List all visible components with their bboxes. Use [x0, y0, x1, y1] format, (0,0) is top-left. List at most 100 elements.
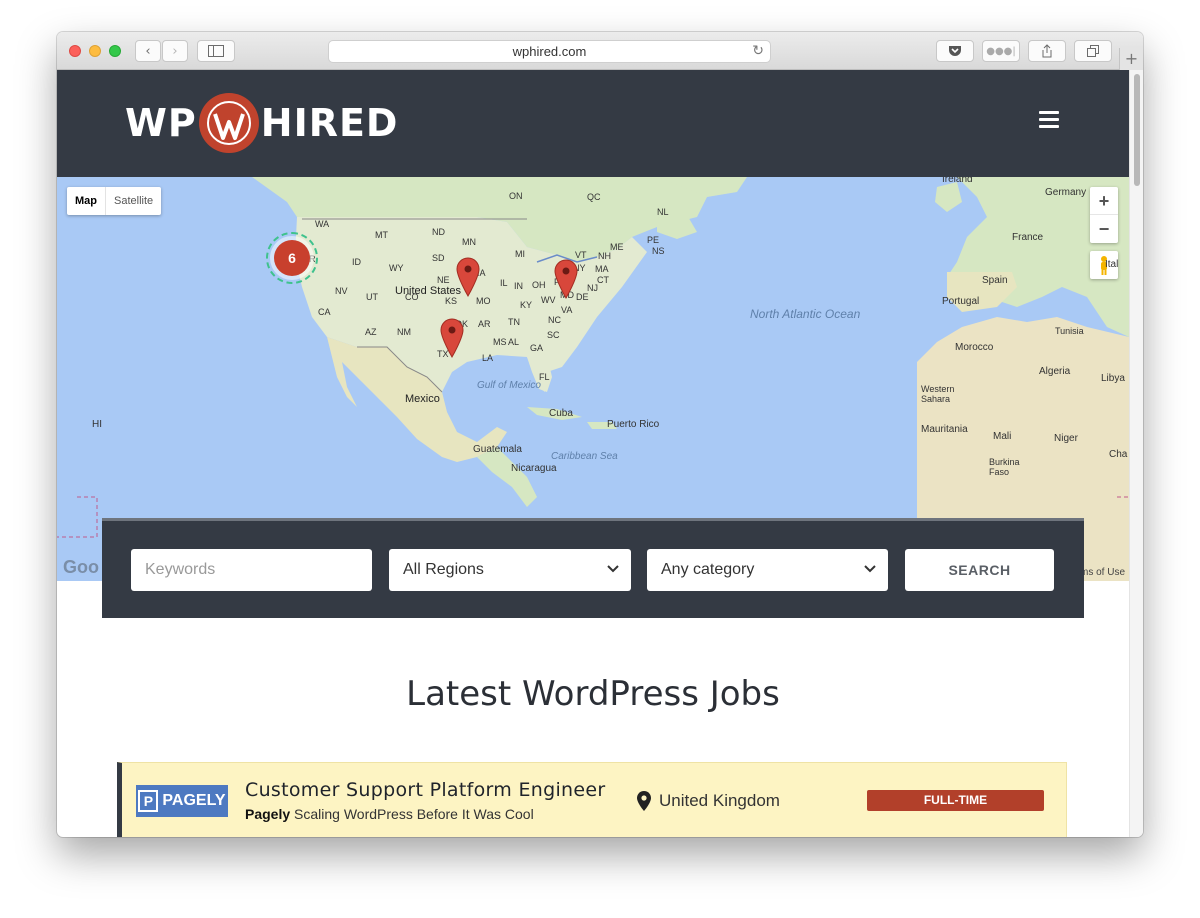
tabs-overview-button[interactable] — [1074, 40, 1112, 62]
label-ns: NS — [652, 246, 665, 256]
logo-text-left: WP — [125, 101, 197, 145]
close-window-button[interactable] — [69, 45, 81, 57]
label-ms: MS — [493, 337, 507, 347]
search-button[interactable]: SEARCH — [905, 549, 1054, 591]
label-spain: Spain — [982, 275, 1008, 286]
map-type-satellite-button[interactable]: Satellite — [106, 187, 161, 215]
label-tunisia: Tunisia — [1055, 326, 1084, 336]
label-mt: MT — [375, 230, 388, 240]
label-nh: NH — [598, 251, 611, 261]
more-icon: ●●●| — [986, 45, 1016, 57]
fullscreen-window-button[interactable] — [109, 45, 121, 57]
zoom-control: + − — [1090, 187, 1118, 243]
extensions-button[interactable]: ●●●| — [982, 40, 1020, 62]
company-logo-text: PAGELY — [162, 792, 226, 809]
label-germany: Germany — [1045, 187, 1087, 198]
sidebar-toggle-button[interactable] — [197, 40, 235, 62]
job-list: P PAGELY Customer Support Platform Engin… — [117, 762, 1067, 837]
label-nm: NM — [397, 327, 411, 337]
label-oh: OH — [532, 280, 546, 290]
marker-cluster[interactable]: 6 — [274, 240, 310, 276]
category-select[interactable]: Any category — [647, 549, 888, 591]
label-az: AZ — [365, 327, 377, 337]
label-ky: KY — [520, 300, 533, 310]
label-va: VA — [561, 305, 573, 315]
label-ga: GA — [530, 343, 544, 353]
browser-toolbar: ‹ › wphired.com ↻ ●●●| + — [57, 32, 1143, 70]
label-western-sahara: Western Sahara — [921, 384, 955, 404]
keywords-input[interactable]: Keywords — [131, 549, 372, 591]
chevron-right-icon: › — [172, 43, 178, 59]
wordpress-logo-icon — [198, 93, 259, 153]
label-co: CO — [405, 292, 419, 302]
label-sc: SC — [547, 330, 560, 340]
label-in: IN — [514, 281, 523, 291]
label-pe: PE — [647, 235, 660, 245]
label-al: AL — [508, 337, 520, 347]
zoom-in-button[interactable]: + — [1090, 187, 1118, 215]
map-marker-icon[interactable] — [440, 318, 464, 358]
sidebar-icon — [208, 45, 224, 57]
label-wa: WA — [315, 219, 330, 229]
job-type-badge: FULL-TIME — [867, 790, 1044, 811]
label-nv: NV — [335, 286, 348, 296]
job-search-panel: Keywords All Regions Any category SEARCH — [102, 518, 1084, 618]
browser-window: ‹ › wphired.com ↻ ●●●| + WP HIRED Map Sa… — [57, 32, 1143, 837]
label-nicaragua: Nicaragua — [511, 463, 557, 474]
new-tab-button[interactable]: + — [1119, 48, 1143, 70]
site-header: WP HIRED — [57, 70, 1129, 177]
label-me: ME — [610, 242, 624, 252]
label-mauritania: Mauritania — [921, 424, 968, 435]
label-il: IL — [500, 278, 508, 288]
label-ut: UT — [366, 292, 378, 302]
zoom-out-button[interactable]: − — [1090, 215, 1118, 243]
page-scrollbar[interactable] — [1129, 70, 1143, 837]
label-ct: CT — [597, 275, 609, 285]
map-type-map-button[interactable]: Map — [67, 187, 106, 215]
job-tagline: Scaling WordPress Before It Was Cool — [294, 806, 534, 822]
scrollbar-thumb[interactable] — [1134, 74, 1140, 186]
label-fl: FL — [539, 372, 550, 382]
job-company: Pagely — [245, 806, 291, 822]
label-mn: MN — [462, 237, 476, 247]
site-logo[interactable]: WP HIRED — [125, 93, 398, 153]
address-bar[interactable]: wphired.com ↻ — [328, 40, 771, 63]
label-france: France — [1012, 232, 1044, 243]
minimize-window-button[interactable] — [89, 45, 101, 57]
reload-icon[interactable]: ↻ — [752, 43, 764, 59]
map-marker-icon[interactable] — [554, 259, 578, 299]
job-title[interactable]: Customer Support Platform Engineer — [245, 779, 605, 801]
pocket-icon — [949, 46, 961, 56]
location-pin-icon — [637, 791, 651, 811]
label-gulf: Gulf of Mexico — [477, 380, 541, 391]
share-button[interactable] — [1028, 40, 1066, 62]
label-guatemala: Guatemala — [473, 444, 522, 455]
label-nl: NL — [657, 207, 669, 217]
hamburger-menu-icon[interactable] — [1039, 111, 1059, 128]
label-tn: TN — [508, 317, 520, 327]
job-listing[interactable]: P PAGELY Customer Support Platform Engin… — [117, 762, 1067, 837]
job-company-line: Pagely Scaling WordPress Before It Was C… — [245, 806, 534, 822]
url-text: wphired.com — [512, 44, 587, 59]
label-qc: QC — [587, 192, 601, 202]
region-select[interactable]: All Regions — [389, 549, 631, 591]
map-marker-icon[interactable] — [456, 257, 480, 297]
back-button[interactable]: ‹ — [135, 40, 161, 62]
map-terms-link[interactable]: ms of Use — [1080, 567, 1125, 578]
label-italy: Ital — [1105, 259, 1119, 270]
label-ma: MA — [595, 264, 609, 274]
forward-button[interactable]: › — [162, 40, 188, 62]
label-mali: Mali — [993, 431, 1012, 442]
label-mo: MO — [476, 296, 491, 306]
label-puerto-rico: Puerto Rico — [607, 419, 660, 430]
label-algeria: Algeria — [1039, 366, 1071, 377]
label-north-atlantic: North Atlantic Ocean — [750, 307, 861, 321]
pocket-button[interactable] — [936, 40, 974, 62]
tabs-icon — [1087, 45, 1099, 57]
label-ar: AR — [478, 319, 491, 329]
label-nj: NJ — [587, 283, 598, 293]
label-mi: MI — [515, 249, 525, 259]
label-portugal: Portugal — [942, 296, 980, 307]
label-morocco: Morocco — [955, 342, 994, 353]
google-logo: Goo — [63, 557, 99, 577]
